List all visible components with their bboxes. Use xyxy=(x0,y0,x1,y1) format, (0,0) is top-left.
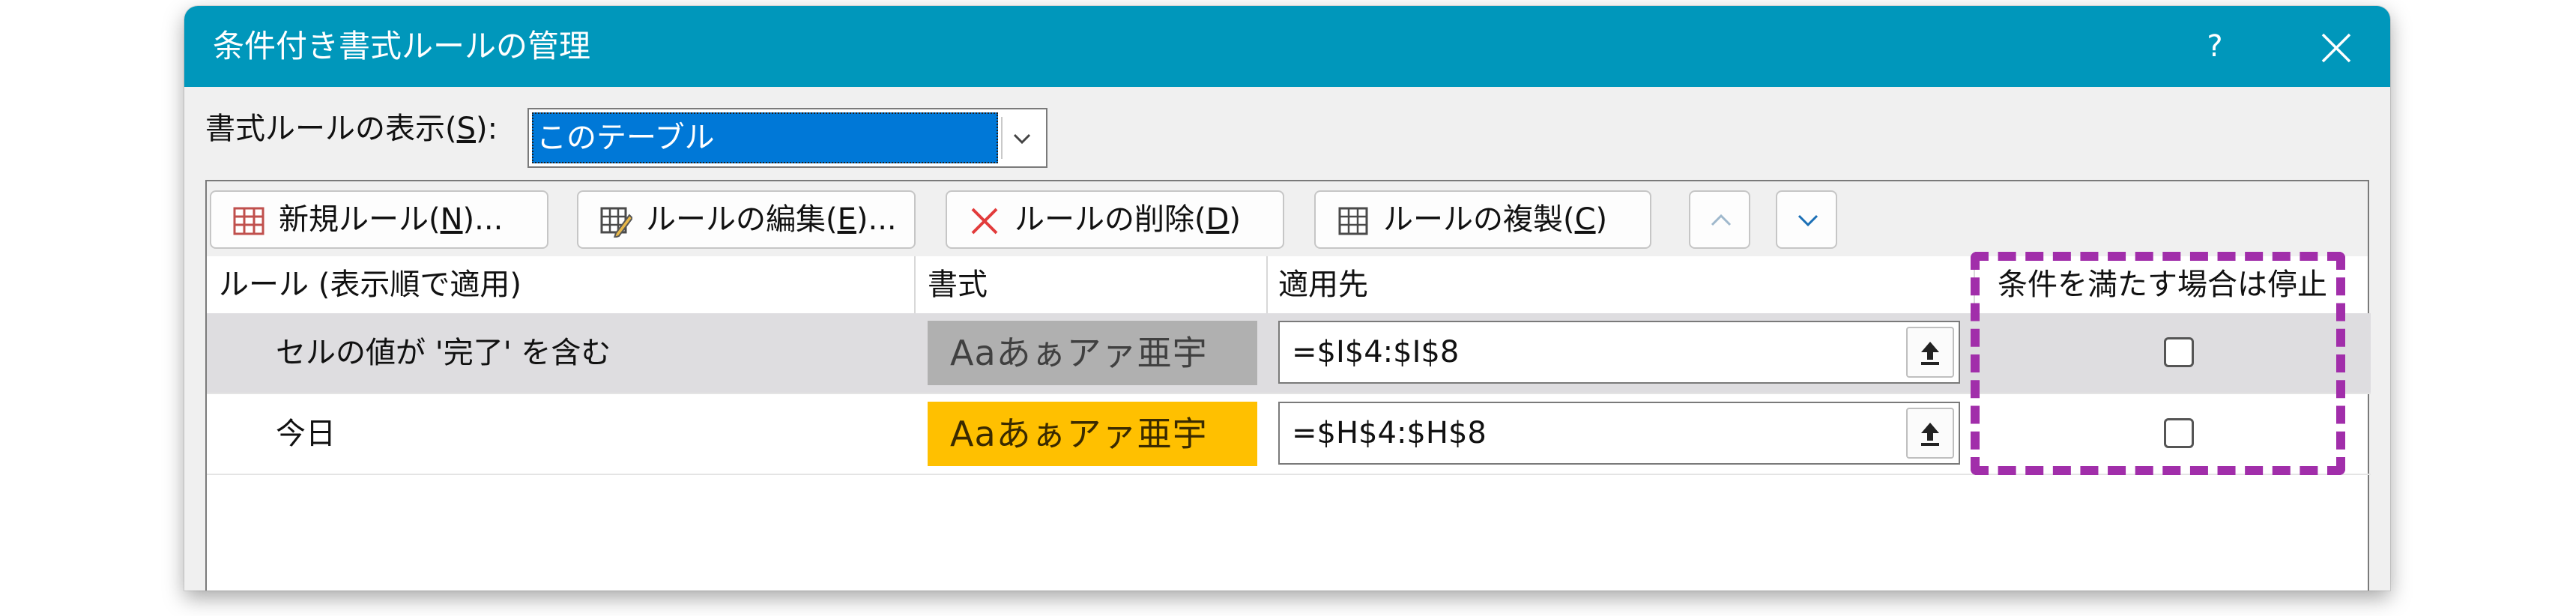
chevron-down-icon xyxy=(1798,214,1818,227)
close-button[interactable] xyxy=(2312,24,2360,72)
show-rules-label: 書式ルールの表示(S): xyxy=(205,112,498,146)
collapse-dialog-icon xyxy=(1921,423,1939,446)
dialog-title: 条件付き書式ルールの管理 xyxy=(213,28,591,64)
title-bar: 条件付き書式ルールの管理 ? xyxy=(184,6,2390,87)
show-rules-selected: このテーブル xyxy=(532,112,998,163)
chevron-down-icon xyxy=(1013,133,1031,145)
duplicate-rule-button[interactable]: ルールの複製(C) xyxy=(1314,190,1651,249)
column-divider xyxy=(914,256,916,313)
new-rule-button[interactable]: 新規ルール(N)... xyxy=(210,190,548,249)
format-preview: Aaあぁアァ亜宇 xyxy=(928,321,1257,385)
column-header-rule: ルール (表示順で適用) xyxy=(219,268,521,302)
close-icon xyxy=(2321,33,2351,63)
delete-icon xyxy=(971,208,998,235)
column-header-applies-to: 適用先 xyxy=(1278,268,1368,302)
rule-name: セルの値が '完了' を含む xyxy=(276,336,611,370)
chevron-up-icon xyxy=(1711,214,1732,226)
collapse-dialog-icon xyxy=(1921,342,1939,365)
rule-name: 今日 xyxy=(276,417,336,451)
show-rules-dropdown[interactable]: このテーブル xyxy=(527,108,1047,168)
range-select-button[interactable] xyxy=(1906,408,1954,459)
applies-to-field[interactable]: =$I$4:$I$8 xyxy=(1278,321,1960,384)
edit-rule-button[interactable]: ルールの編集(E)... xyxy=(577,190,916,249)
dropdown-arrow[interactable] xyxy=(1001,117,1041,159)
format-preview: Aaあぁアァ亜宇 xyxy=(928,402,1257,466)
rules-toolbar: 新規ルール(N)... ルールの編集(E)... ルールの削除(D) ルールの複… xyxy=(207,181,2368,256)
move-down-button[interactable] xyxy=(1776,190,1837,249)
column-divider xyxy=(1266,256,1268,313)
edit-rule-icon xyxy=(600,207,632,238)
delete-rule-button[interactable]: ルールの削除(D) xyxy=(946,190,1284,249)
column-header-format: 書式 xyxy=(928,268,988,302)
range-select-button[interactable] xyxy=(1906,327,1954,378)
move-up-button[interactable] xyxy=(1689,190,1750,249)
help-button[interactable]: ? xyxy=(2192,24,2237,69)
applies-to-value: =$H$4:$H$8 xyxy=(1292,416,1487,450)
applies-to-value: =$I$4:$I$8 xyxy=(1292,335,1460,369)
new-rule-icon xyxy=(233,207,264,235)
stop-if-true-highlight xyxy=(1971,252,2345,475)
duplicate-rule-icon xyxy=(1338,207,1368,235)
applies-to-field[interactable]: =$H$4:$H$8 xyxy=(1278,402,1960,465)
